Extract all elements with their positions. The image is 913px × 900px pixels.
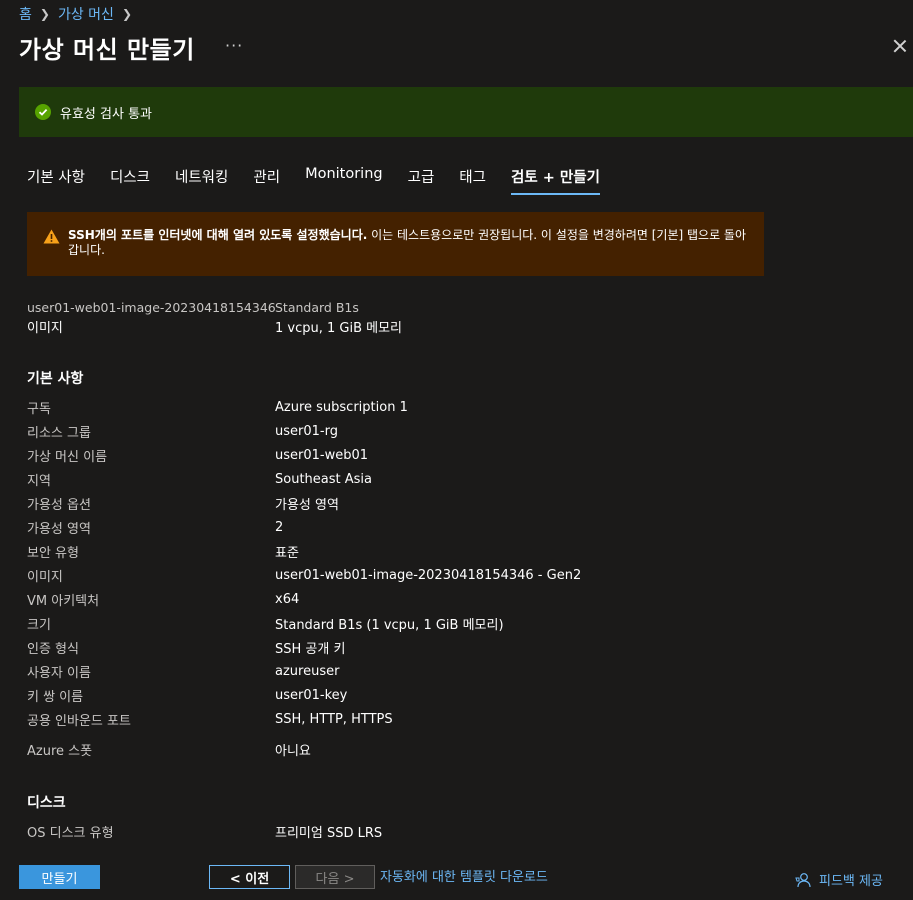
detail-row: 구독 Azure subscription 1	[27, 395, 897, 419]
warning-icon	[43, 229, 60, 244]
detail-row: 리소스 그룹 user01-rg	[27, 419, 897, 443]
detail-key: Azure 스폿	[27, 743, 93, 759]
detail-key: 보안 유형	[27, 545, 79, 561]
disks-details: OS 디스크 유형 프리미엄 SSD LRS	[27, 819, 897, 843]
summary-size-detail: 1 vcpu, 1 GiB 메모리	[275, 321, 403, 336]
detail-key: 크기	[27, 617, 51, 633]
detail-value: azureuser	[275, 663, 340, 679]
tab-networking[interactable]: 네트워킹	[175, 166, 228, 195]
detail-key: 가상 머신 이름	[27, 449, 108, 465]
checkmark-icon	[35, 104, 51, 120]
detail-row: 인증 형식 SSH 공개 키	[27, 635, 897, 659]
detail-value: user01-rg	[275, 423, 338, 439]
tab-tags[interactable]: 태그	[459, 166, 486, 195]
tab-bar: 기본 사항 디스크 네트워킹 관리 Monitoring 고급 태그 검토 + …	[27, 166, 625, 195]
page-title: 가상 머신 만들기	[19, 36, 195, 64]
tab-basics[interactable]: 기본 사항	[27, 166, 85, 195]
detail-value: SSH, HTTP, HTTPS	[275, 711, 393, 727]
tab-advanced[interactable]: 고급	[408, 166, 435, 195]
detail-key: OS 디스크 유형	[27, 825, 114, 841]
create-button[interactable]: 만들기	[19, 865, 100, 889]
detail-row: 공용 인바운드 포트 SSH, HTTP, HTTPS	[27, 707, 897, 731]
basics-details: 구독 Azure subscription 1 리소스 그룹 user01-rg 가…	[27, 395, 897, 761]
warning-bold-text: SSH개의 포트를 인터넷에 대해 열려 있도록 설정했습니다.	[68, 228, 368, 242]
summary-image: user01-web01-image-20230418154346 이미지	[27, 300, 276, 336]
detail-value: user01-web01	[275, 447, 369, 463]
tab-monitoring[interactable]: Monitoring	[305, 166, 383, 195]
detail-value: user01-web01-image-20230418154346 - Gen2	[275, 567, 582, 583]
summary-image-name: user01-web01-image-20230418154346	[27, 300, 276, 315]
detail-row: 가용성 옵션 가용성 영역	[27, 491, 897, 515]
detail-key: 구독	[27, 401, 51, 417]
detail-value: 2	[275, 519, 284, 535]
warning-banner: SSH개의 포트를 인터넷에 대해 열려 있도록 설정했습니다. 이는 테스트용…	[27, 212, 764, 276]
tab-disks[interactable]: 디스크	[110, 166, 150, 195]
detail-row: VM 아키텍처 x64	[27, 587, 897, 611]
detail-value: user01-key	[275, 687, 348, 703]
detail-value: 아니요	[275, 743, 311, 759]
close-icon[interactable]	[890, 36, 910, 56]
summary-image-label: 이미지	[27, 321, 63, 336]
detail-row: 크기 Standard B1s (1 vcpu, 1 GiB 메모리)	[27, 611, 897, 635]
detail-value: x64	[275, 591, 300, 607]
detail-key: 가용성 옵션	[27, 497, 91, 513]
summary-size: Standard B1s 1 vcpu, 1 GiB 메모리	[275, 300, 402, 336]
detail-value: Southeast Asia	[275, 471, 372, 487]
detail-key: 공용 인바운드 포트	[27, 713, 131, 729]
detail-row: 키 쌍 이름 user01-key	[27, 683, 897, 707]
detail-value: 가용성 영역	[275, 497, 339, 513]
previous-button[interactable]: < 이전	[209, 865, 290, 889]
detail-value: Standard B1s (1 vcpu, 1 GiB 메모리)	[275, 617, 504, 633]
detail-row: 지역 Southeast Asia	[27, 467, 897, 491]
breadcrumb: 홈 ❯ 가상 머신 ❯	[19, 4, 132, 24]
detail-key: 리소스 그룹	[27, 425, 91, 441]
tab-management[interactable]: 관리	[253, 166, 280, 195]
chevron-right-icon: ❯	[39, 7, 50, 21]
detail-key: 사용자 이름	[27, 665, 91, 681]
section-title-disks: 디스크	[27, 795, 66, 811]
detail-key: VM 아키텍처	[27, 593, 100, 609]
detail-value: 표준	[275, 545, 299, 561]
detail-key: 가용성 영역	[27, 521, 91, 537]
detail-row: 이미지 user01-web01-image-20230418154346 - G…	[27, 563, 897, 587]
detail-row: OS 디스크 유형 프리미엄 SSD LRS	[27, 819, 897, 843]
validation-banner: 유효성 검사 통과	[19, 87, 913, 137]
feedback-button[interactable]: 피드백 제공	[795, 870, 883, 889]
breadcrumb-vm-link[interactable]: 가상 머신	[58, 4, 114, 24]
detail-row: 가상 머신 이름 user01-web01	[27, 443, 897, 467]
summary-size-name: Standard B1s	[275, 300, 359, 315]
detail-key: 이미지	[27, 569, 63, 585]
section-title-basics: 기본 사항	[27, 371, 84, 387]
detail-row: 사용자 이름 azureuser	[27, 659, 897, 683]
detail-key: 키 쌍 이름	[27, 689, 84, 705]
breadcrumb-home-link[interactable]: 홈	[19, 4, 32, 24]
detail-key: 지역	[27, 473, 51, 489]
detail-row: Azure 스폿 아니요	[27, 737, 897, 761]
detail-row: 가용성 영역 2	[27, 515, 897, 539]
download-template-link[interactable]: 자동화에 대한 템플릿 다운로드	[380, 866, 548, 885]
next-button[interactable]: 다음 >	[295, 865, 375, 889]
warning-text: SSH개의 포트를 인터넷에 대해 열려 있도록 설정했습니다. 이는 테스트용…	[68, 228, 748, 276]
detail-value: Azure subscription 1	[275, 399, 408, 415]
detail-key: 인증 형식	[27, 641, 79, 657]
feedback-icon	[795, 872, 811, 887]
feedback-label: 피드백 제공	[819, 874, 883, 889]
detail-row: 보안 유형 표준	[27, 539, 897, 563]
tab-review-create[interactable]: 검토 + 만들기	[510, 166, 600, 195]
detail-value: 프리미엄 SSD LRS	[275, 825, 383, 841]
detail-value: SSH 공개 키	[275, 641, 346, 657]
chevron-right-icon: ❯	[121, 7, 132, 21]
validation-text: 유효성 검사 통과	[60, 106, 152, 122]
more-options-icon[interactable]: ···	[225, 36, 243, 55]
